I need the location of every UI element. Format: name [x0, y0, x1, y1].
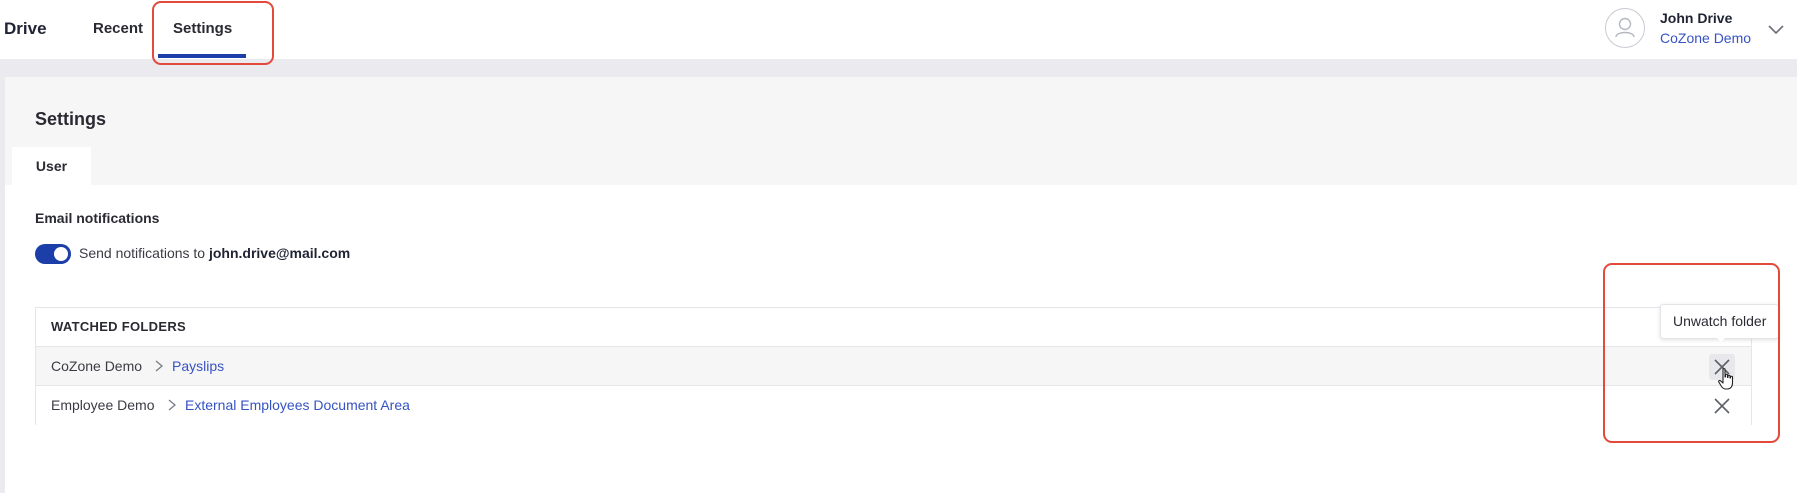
watched-folders-header: WATCHED FOLDERS: [36, 308, 1751, 347]
notification-text: Send notifications to: [79, 245, 206, 261]
annotation-highlight-settings: [152, 1, 274, 65]
chevron-right-icon: [153, 359, 165, 373]
table-row: CoZone Demo Payslips: [36, 347, 1751, 386]
settings-header: Settings User: [5, 77, 1797, 185]
hand-cursor-icon: [1717, 367, 1737, 391]
user-name: John Drive: [1660, 10, 1733, 26]
notification-description: Send notifications to john.drive@mail.co…: [79, 245, 350, 261]
watched-folders-heading: WATCHED FOLDERS: [51, 319, 186, 334]
notification-email: john.drive@mail.com: [208, 245, 351, 261]
table-row: Employee Demo External Employees Documen…: [36, 386, 1751, 425]
toggle-knob: [54, 247, 68, 261]
chevron-right-icon: [166, 398, 178, 412]
tab-user[interactable]: User: [12, 147, 91, 185]
annotation-highlight-actions: [1603, 263, 1780, 443]
app-brand[interactable]: Drive: [4, 19, 47, 39]
folder-link[interactable]: Payslips: [172, 358, 224, 374]
email-notifications-toggle[interactable]: [35, 244, 71, 264]
nav-tab-recent[interactable]: Recent: [93, 20, 143, 37]
user-avatar-icon[interactable]: [1605, 8, 1645, 48]
folder-root: CoZone Demo: [51, 358, 143, 374]
settings-panel: Settings User Email notifications Send n…: [5, 77, 1797, 493]
user-organization[interactable]: CoZone Demo: [1660, 30, 1751, 46]
chevron-down-icon[interactable]: [1765, 18, 1787, 40]
folder-root: Employee Demo: [51, 397, 155, 413]
watched-folders-table: WATCHED FOLDERS CoZone Demo Payslips Emp…: [35, 307, 1752, 425]
email-notifications-label: Email notifications: [35, 210, 160, 226]
folder-link[interactable]: External Employees Document Area: [185, 397, 410, 413]
page-title: Settings: [35, 109, 107, 129]
